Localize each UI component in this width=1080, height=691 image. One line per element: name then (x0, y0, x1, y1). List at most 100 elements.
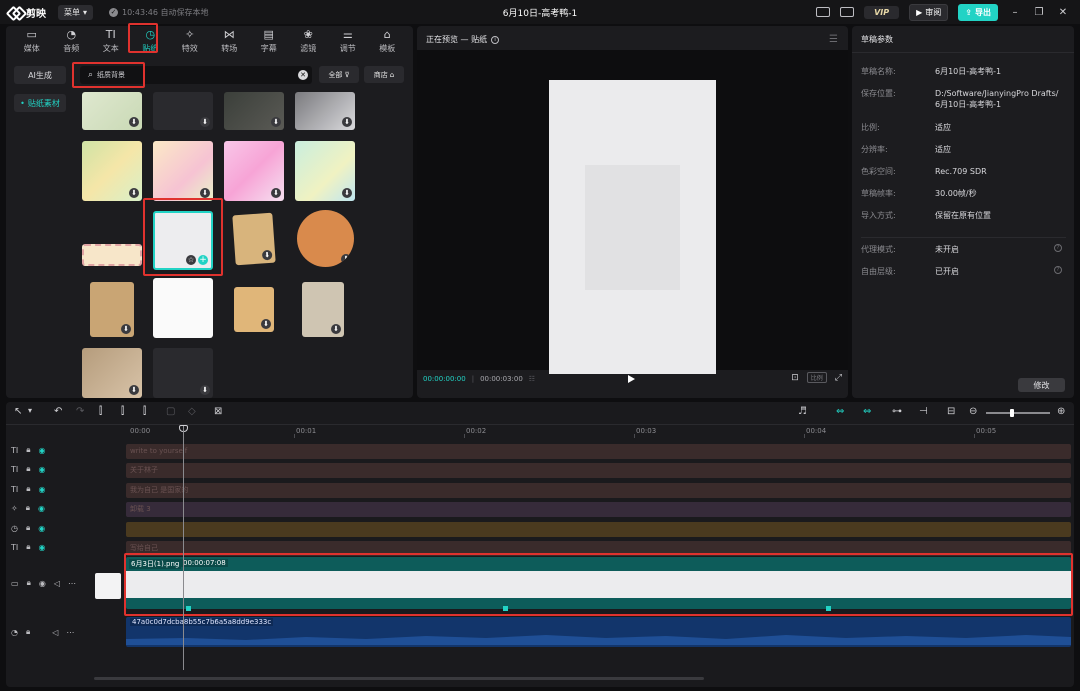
microphone-icon[interactable]: ♬ (798, 406, 807, 417)
more-icon[interactable]: ⋯ (68, 579, 76, 588)
lock-icon[interactable]: 🔒︎ (26, 503, 30, 513)
tab-transition[interactable]: ⋈ 转场 (210, 26, 250, 56)
download-icon[interactable]: ⬇ (121, 324, 131, 334)
lock-icon[interactable]: 🔒︎ (26, 445, 30, 455)
zoom-in-icon[interactable]: ⊕ (1057, 406, 1065, 417)
keyframe-marker[interactable] (826, 606, 831, 611)
download-icon[interactable]: ⬇ (200, 117, 210, 127)
tab-audio[interactable]: ◔ 音频 (52, 26, 92, 56)
eye-icon[interactable]: ◉ (39, 485, 46, 494)
link-main-track-icon[interactable]: ⇔ (836, 406, 844, 417)
sticker-thumb[interactable]: ⬇ (82, 141, 142, 201)
chevron-down-icon[interactable]: ▾ (28, 406, 32, 415)
link-icon[interactable]: ⊶ (892, 406, 902, 417)
tab-text[interactable]: TI 文本 (91, 26, 131, 56)
sticker-thumb[interactable]: ⬇ (153, 141, 213, 201)
shop-button[interactable]: 商店 ⌂ (364, 66, 404, 83)
modify-button[interactable]: 修改 (1018, 378, 1065, 392)
help-icon[interactable]: ? (1054, 266, 1062, 274)
time-ruler[interactable]: 00:00 00:01 00:02 00:03 00:04 00:05 (126, 425, 1071, 439)
download-icon[interactable]: ⬇ (200, 385, 210, 395)
audio-clip[interactable]: 47a0c0d7dcba8b55c7b6a5a8dd9e333c (126, 617, 1071, 647)
keyframe-marker[interactable] (503, 606, 508, 611)
redo-icon[interactable]: ↷ (76, 406, 84, 417)
play-icon[interactable] (628, 375, 635, 383)
zoom-slider-handle[interactable] (1010, 409, 1014, 417)
sticker-thumb[interactable]: ⬇ (297, 210, 354, 267)
split-icon[interactable]: ⫿ (99, 406, 102, 417)
tab-sticker[interactable]: ◷ 贴纸 (131, 26, 171, 56)
export-button[interactable]: ⇪ 导出 (958, 3, 998, 21)
selected-sticker-thumb[interactable]: ☆ + (153, 211, 213, 270)
sticker-thumb[interactable]: ⬇ (153, 348, 213, 398)
search-bar[interactable]: ⌕ ✕ (80, 66, 312, 84)
ratio-button[interactable]: 比例 (806, 372, 827, 383)
sticker-clip[interactable] (126, 522, 1071, 537)
paper-sticker[interactable] (585, 165, 680, 290)
effect-clip[interactable]: 卸载 3 (126, 502, 1071, 517)
speaker-icon[interactable]: ◁ (54, 579, 60, 588)
download-icon[interactable]: ⬇ (200, 188, 210, 198)
timeline-scrollbar[interactable] (94, 677, 704, 680)
sticker-thumb[interactable]: ⬇ (153, 92, 213, 130)
eye-icon[interactable]: ◉ (39, 465, 46, 474)
speaker-icon[interactable]: ◁ (52, 628, 58, 637)
sticker-thumb[interactable]: ⬇ (82, 92, 142, 130)
favorite-icon[interactable]: ☆ (186, 255, 196, 265)
zoom-out-icon[interactable]: ⊖ (969, 406, 977, 417)
help-icon[interactable]: ? (1054, 244, 1062, 252)
ai-generate-item[interactable]: AI生成 (14, 66, 66, 84)
restore-icon[interactable]: ❐ (1032, 7, 1046, 18)
monitor-icon[interactable] (840, 7, 855, 17)
track-preview-icon[interactable]: ⊟ (947, 406, 955, 417)
sticker-thumb[interactable]: ⬇ (224, 92, 284, 130)
filter-all-button[interactable]: 全部 ⊽ (319, 66, 359, 83)
eye-icon[interactable]: ◉ (38, 524, 45, 533)
download-icon[interactable]: ⬇ (129, 188, 139, 198)
download-icon[interactable]: ⬇ (342, 188, 352, 198)
fullscreen-icon[interactable]: ⤢ (835, 373, 842, 383)
eye-icon[interactable]: ◉ (39, 543, 46, 552)
main-video-clip[interactable]: 6月3日(1).png 00:00:07:08 (126, 557, 1071, 611)
vip-button[interactable]: VIP (864, 5, 900, 19)
text-clip[interactable]: 我为自己 是国家的 (126, 483, 1071, 498)
more-icon[interactable]: ⋯ (66, 628, 74, 637)
eye-icon[interactable]: ◉ (38, 504, 45, 513)
download-icon[interactable]: ⬇ (261, 319, 271, 329)
minimize-icon[interactable]: – (1008, 7, 1022, 18)
tab-media[interactable]: ▭ 媒体 (12, 26, 52, 56)
sticker-thumb[interactable]: ⬇ (234, 287, 274, 332)
menu-button[interactable]: 菜单 ▾ (58, 4, 94, 20)
tab-template[interactable]: ⌂ 模板 (368, 26, 408, 56)
tab-adjust[interactable]: ⚌ 调节 (328, 26, 368, 56)
tab-effects[interactable]: ✧ 特效 (170, 26, 210, 56)
sticker-thumb[interactable]: ⬇ (224, 141, 284, 201)
info-icon[interactable]: i (491, 35, 500, 44)
preview-axis-icon[interactable]: ⊣ (919, 406, 928, 417)
sticker-thumb[interactable]: ⬇ (82, 348, 142, 398)
sticker-thumb[interactable]: ⬇ (90, 282, 134, 337)
close-icon[interactable]: ✕ (1056, 7, 1070, 18)
search-input[interactable] (97, 71, 278, 79)
lock-icon[interactable]: 🔒︎ (26, 464, 30, 474)
download-icon[interactable]: ⬇ (261, 249, 273, 261)
text-clip[interactable]: write to yourself (126, 444, 1071, 459)
lock-icon[interactable]: 🔒︎ (27, 578, 31, 588)
download-icon[interactable]: ⬇ (342, 117, 352, 127)
screenshot-icon[interactable]: ⊡ (791, 373, 799, 383)
download-icon[interactable]: ⬇ (129, 117, 139, 127)
lock-icon[interactable]: 🔒︎ (26, 484, 30, 494)
menu-icon[interactable]: ☰ (829, 34, 838, 45)
eye-icon[interactable]: ◉ (39, 446, 46, 455)
sticker-assets-item[interactable]: 贴纸素材 (14, 94, 66, 112)
clear-icon[interactable]: ✕ (298, 70, 308, 80)
preview-canvas[interactable] (549, 80, 716, 374)
sticker-thumb[interactable]: ⬇ (295, 141, 355, 201)
eye-icon[interactable]: ◉ (39, 579, 46, 588)
timeline-grid-icon[interactable]: ☷ (529, 375, 535, 383)
tab-filter[interactable]: ❀ 滤镜 (289, 26, 329, 56)
cover-thumbnail[interactable] (95, 573, 121, 599)
lock-icon[interactable]: 🔒︎ (26, 627, 30, 637)
tab-subtitle[interactable]: ▤ 字幕 (249, 26, 289, 56)
download-icon[interactable]: ⬇ (341, 254, 351, 264)
